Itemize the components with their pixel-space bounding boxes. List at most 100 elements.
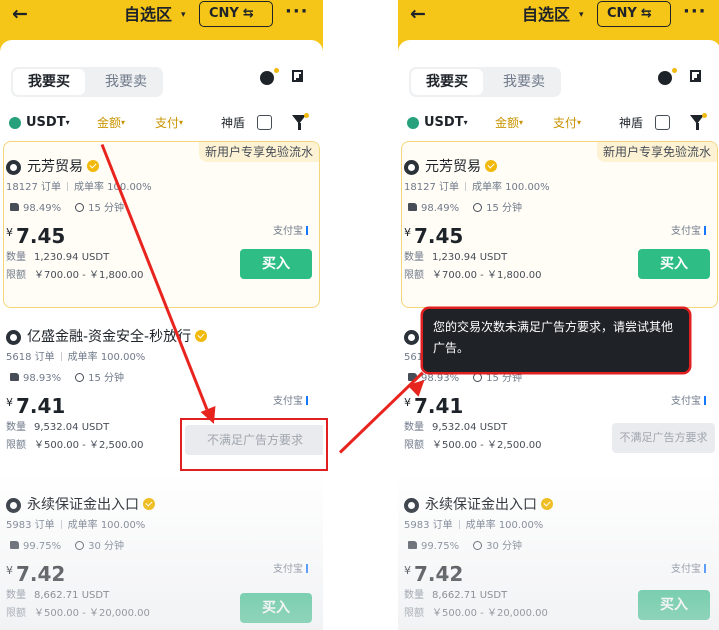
payment-label: 支付 bbox=[553, 116, 578, 130]
quantity-label: 数量 bbox=[6, 590, 26, 601]
quantity-label: 数量 bbox=[404, 590, 424, 601]
divider bbox=[458, 520, 460, 529]
limit-label: 限额 bbox=[404, 608, 424, 619]
price-value: 7.42 bbox=[16, 562, 66, 586]
pay-time: 30 分钟 bbox=[486, 541, 523, 552]
promo-badge: 新用户专享免验流水 bbox=[198, 142, 319, 162]
page-title[interactable]: 自选区 bbox=[124, 5, 172, 25]
amount-filter[interactable]: 金额 ▾ bbox=[97, 115, 125, 131]
chevron-down-icon[interactable]: ▾ bbox=[579, 6, 584, 24]
order-count: 18127 订单 bbox=[404, 182, 459, 193]
thumbs-up-icon bbox=[408, 541, 417, 549]
limit-row: 限额 ￥500.00 - ￥20,000.00 bbox=[404, 608, 548, 620]
payment-method: 支付宝 bbox=[273, 396, 308, 408]
merchant-name[interactable]: 元芳贸易 bbox=[425, 158, 497, 176]
alipay-marker-icon bbox=[704, 564, 706, 573]
tab-buy[interactable]: 我要买 bbox=[13, 69, 85, 95]
amount-label: 金额 bbox=[97, 116, 122, 130]
back-arrow-icon[interactable]: ← bbox=[12, 3, 28, 25]
payment-method: 支付宝 bbox=[671, 564, 706, 576]
timer-icon bbox=[75, 541, 85, 550]
merchant-avatar-icon bbox=[6, 160, 21, 175]
currency-symbol: ¥ bbox=[404, 396, 411, 409]
thumbs-up-icon bbox=[10, 203, 19, 211]
user-settings-icon[interactable] bbox=[658, 68, 677, 85]
filter-active-dot bbox=[304, 113, 309, 118]
merchant-name-text: 永续保证金出入口 bbox=[27, 497, 139, 513]
positive-rate: 98.49% bbox=[421, 203, 460, 214]
completion-rate: 成单率 100.00% bbox=[472, 182, 550, 193]
quantity-row: 数量 1,230.94 USDT bbox=[6, 252, 109, 264]
order-count: 5983 订单 bbox=[6, 520, 55, 531]
top-nav: ← 自选区 ▾ CNY ⇆ ··· bbox=[398, 0, 719, 30]
requirement-not-met-button[interactable]: 不满足广告方要求 bbox=[612, 423, 715, 453]
order-count: 18127 订单 bbox=[6, 182, 61, 193]
shield-checkbox[interactable] bbox=[655, 115, 670, 130]
page-title[interactable]: 自选区 bbox=[522, 5, 570, 25]
merchant-name[interactable]: 永续保证金出入口 bbox=[27, 496, 155, 514]
pay-time: 30 分钟 bbox=[88, 541, 125, 552]
currency-symbol: ¥ bbox=[6, 564, 13, 577]
alipay-marker-icon bbox=[306, 396, 308, 405]
coin-select[interactable]: USDT ▾ bbox=[26, 115, 70, 131]
chevron-down-icon: ▾ bbox=[65, 118, 70, 127]
payment-method: 支付宝 bbox=[671, 396, 706, 408]
timer-icon bbox=[473, 373, 483, 382]
completion-rate: 成单率 100.00% bbox=[67, 520, 146, 531]
limit-row: 限额 ￥500.00 - ￥20,000.00 bbox=[6, 608, 150, 620]
merchant-stats: 5983 订单 成单率 100.00% bbox=[404, 520, 543, 532]
currency-symbol: ¥ bbox=[6, 396, 13, 409]
thumbs-up-icon bbox=[10, 541, 19, 549]
promo-badge: 新用户专享免验流水 bbox=[596, 142, 717, 162]
chevron-down-icon[interactable]: ▾ bbox=[181, 6, 186, 24]
more-icon[interactable]: ··· bbox=[285, 2, 309, 22]
currency-label: CNY bbox=[607, 6, 637, 21]
payment-filter[interactable]: 支付 ▾ bbox=[155, 115, 183, 131]
buy-button[interactable]: 买入 bbox=[638, 590, 710, 620]
coin-select[interactable]: USDT ▾ bbox=[424, 115, 468, 131]
offer-price: ¥7.41 bbox=[6, 394, 65, 418]
orders-grid-icon[interactable] bbox=[690, 70, 701, 82]
user-settings-icon[interactable] bbox=[260, 68, 279, 85]
orders-grid-icon[interactable] bbox=[292, 70, 303, 82]
currency-button[interactable]: CNY ⇆ bbox=[597, 1, 671, 27]
buy-button[interactable]: 买入 bbox=[240, 249, 312, 279]
offer-price: ¥7.42 bbox=[404, 562, 463, 586]
divider bbox=[67, 182, 68, 191]
quantity-value: 1,230.94 USDT bbox=[34, 252, 110, 263]
offer-price: ¥7.45 bbox=[6, 224, 65, 248]
thumbs-up-icon bbox=[10, 373, 19, 381]
tab-buy[interactable]: 我要买 bbox=[411, 69, 483, 95]
merchant-name[interactable]: 永续保证金出入口 bbox=[425, 496, 553, 514]
currency-symbol: ¥ bbox=[6, 226, 13, 239]
limit-row: 限额 ￥500.00 - ￥2,500.00 bbox=[6, 440, 144, 452]
shield-checkbox[interactable] bbox=[257, 115, 272, 130]
price-value: 7.45 bbox=[414, 224, 464, 248]
verified-icon bbox=[87, 160, 99, 172]
buy-sell-toggle: 我要买 我要卖 bbox=[11, 67, 163, 97]
amount-filter[interactable]: 金额 ▾ bbox=[495, 115, 523, 131]
tab-sell[interactable]: 我要卖 bbox=[91, 69, 161, 95]
merchant-name[interactable]: 元芳贸易 bbox=[27, 158, 99, 176]
buy-button[interactable]: 买入 bbox=[240, 593, 312, 623]
limit-value: ￥700.00 - ￥1,800.00 bbox=[432, 270, 542, 281]
buy-button[interactable]: 买入 bbox=[638, 249, 710, 279]
quantity-value: 9,532.04 USDT bbox=[34, 422, 110, 433]
more-icon[interactable]: ··· bbox=[683, 2, 707, 22]
payment-method: 支付宝 bbox=[671, 226, 706, 238]
quantity-label: 数量 bbox=[6, 422, 26, 433]
payment-method: 支付宝 bbox=[273, 226, 308, 238]
price-value: 7.45 bbox=[16, 224, 66, 248]
merchant-avatar-icon bbox=[404, 498, 419, 513]
top-nav: ← 自选区 ▾ CNY ⇆ ··· bbox=[0, 0, 323, 30]
price-value: 7.41 bbox=[414, 394, 464, 418]
alipay-marker-icon bbox=[704, 226, 706, 235]
currency-button[interactable]: CNY ⇆ bbox=[199, 1, 273, 27]
payment-filter[interactable]: 支付 ▾ bbox=[553, 115, 581, 131]
payment-method-label: 支付宝 bbox=[671, 226, 701, 237]
timer-icon bbox=[75, 203, 85, 212]
payment-label: 支付 bbox=[155, 116, 180, 130]
merchant-name-text: 亿盛金融-资金安全-秒放行 bbox=[27, 329, 192, 345]
tab-sell[interactable]: 我要卖 bbox=[489, 69, 559, 95]
back-arrow-icon[interactable]: ← bbox=[410, 3, 426, 25]
